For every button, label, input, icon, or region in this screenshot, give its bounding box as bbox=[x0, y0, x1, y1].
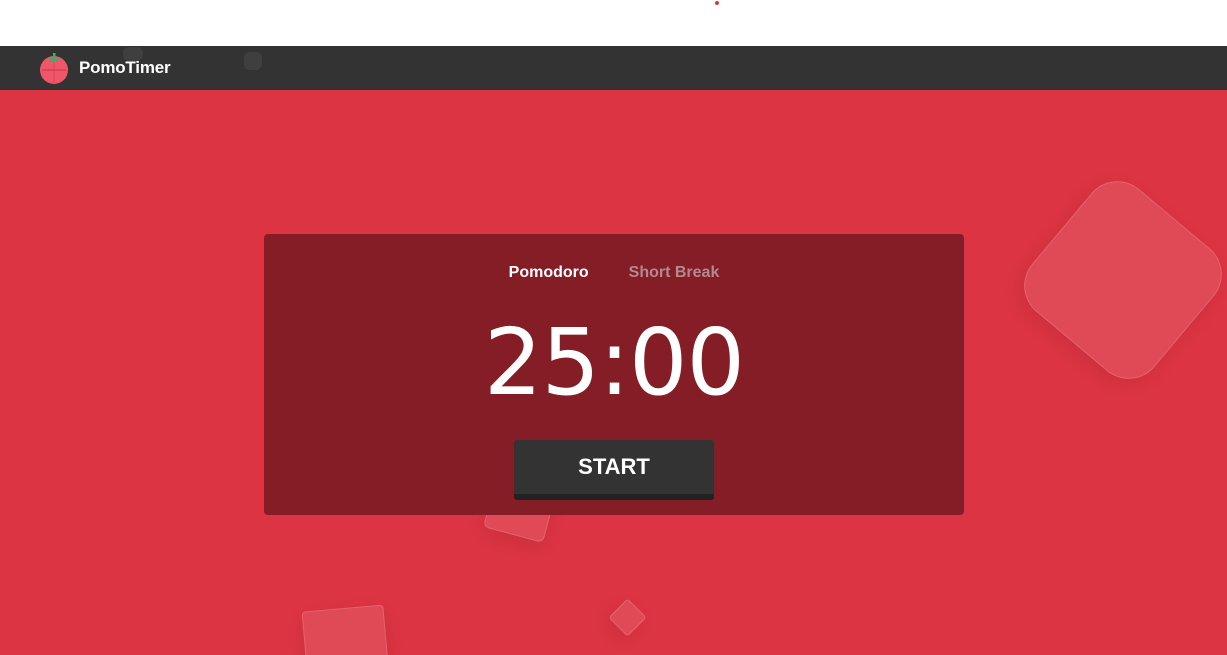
timer-display: 25:00 bbox=[483, 309, 745, 416]
navbar: PomoTimer bbox=[0, 46, 1227, 90]
background-square bbox=[1010, 167, 1227, 393]
navbar-decor bbox=[244, 52, 262, 70]
tab-short-break[interactable]: Short Break bbox=[629, 264, 720, 282]
background-square bbox=[608, 598, 647, 637]
app-logo[interactable]: PomoTimer bbox=[38, 51, 171, 85]
indicator-dot bbox=[715, 1, 719, 5]
timer-card: Pomodoro Short Break 25:00 START bbox=[264, 234, 964, 515]
browser-top-strip bbox=[0, 0, 1227, 46]
tab-pomodoro[interactable]: Pomodoro bbox=[509, 264, 589, 282]
main-area: Pomodoro Short Break 25:00 START bbox=[0, 90, 1227, 655]
app-name: PomoTimer bbox=[79, 58, 171, 77]
tomato-icon bbox=[38, 52, 70, 84]
mode-tabs: Pomodoro Short Break bbox=[264, 264, 964, 282]
background-square bbox=[301, 604, 389, 655]
start-button[interactable]: START bbox=[514, 440, 714, 500]
